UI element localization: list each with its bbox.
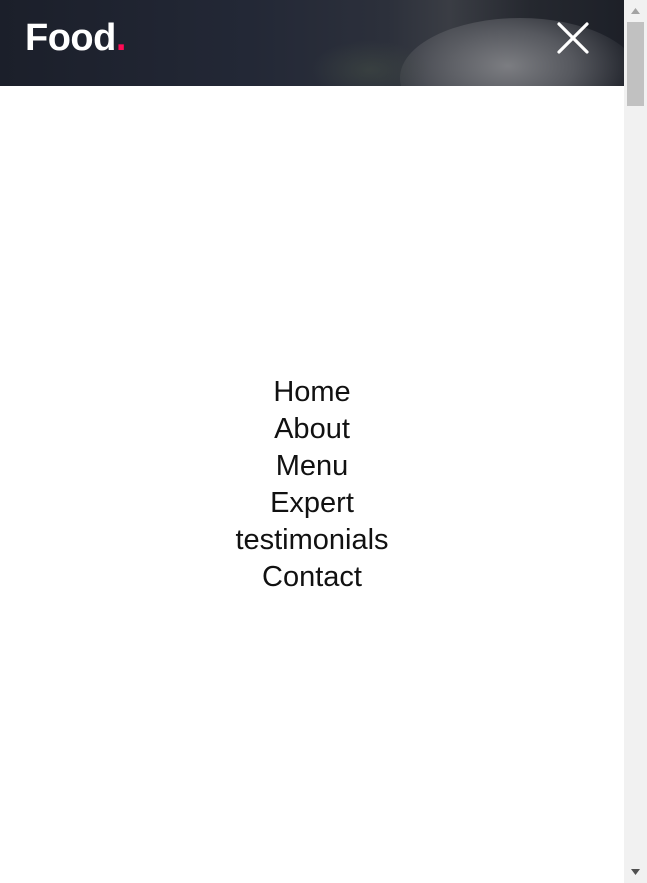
nav-link-menu[interactable]: Menu — [0, 448, 624, 485]
nav-link-contact[interactable]: Contact — [0, 559, 624, 596]
logo-text: Food — [25, 17, 116, 59]
site-header: Food. — [0, 0, 624, 86]
close-menu-button[interactable] — [554, 19, 592, 57]
triangle-up-icon — [631, 8, 640, 14]
nav-link-expert[interactable]: Expert — [0, 485, 624, 522]
triangle-down-icon — [631, 869, 640, 875]
nav-link-home[interactable]: Home — [0, 374, 624, 411]
nav-link-testimonials[interactable]: testimonials — [0, 522, 624, 559]
vertical-scrollbar[interactable] — [624, 0, 647, 883]
page-viewport: Food. Home About Menu Expert testimonial… — [0, 0, 624, 883]
header-background-shade — [310, 40, 430, 86]
close-icon — [557, 22, 589, 54]
logo-dot: . — [115, 17, 127, 59]
nav-link-about[interactable]: About — [0, 411, 624, 448]
main-nav: Home About Menu Expert testimonials Cont… — [0, 374, 624, 596]
scroll-up-button[interactable] — [624, 2, 647, 20]
scrollbar-thumb[interactable] — [627, 22, 644, 106]
site-logo[interactable]: Food. — [25, 16, 126, 60]
scroll-down-button[interactable] — [624, 863, 647, 881]
